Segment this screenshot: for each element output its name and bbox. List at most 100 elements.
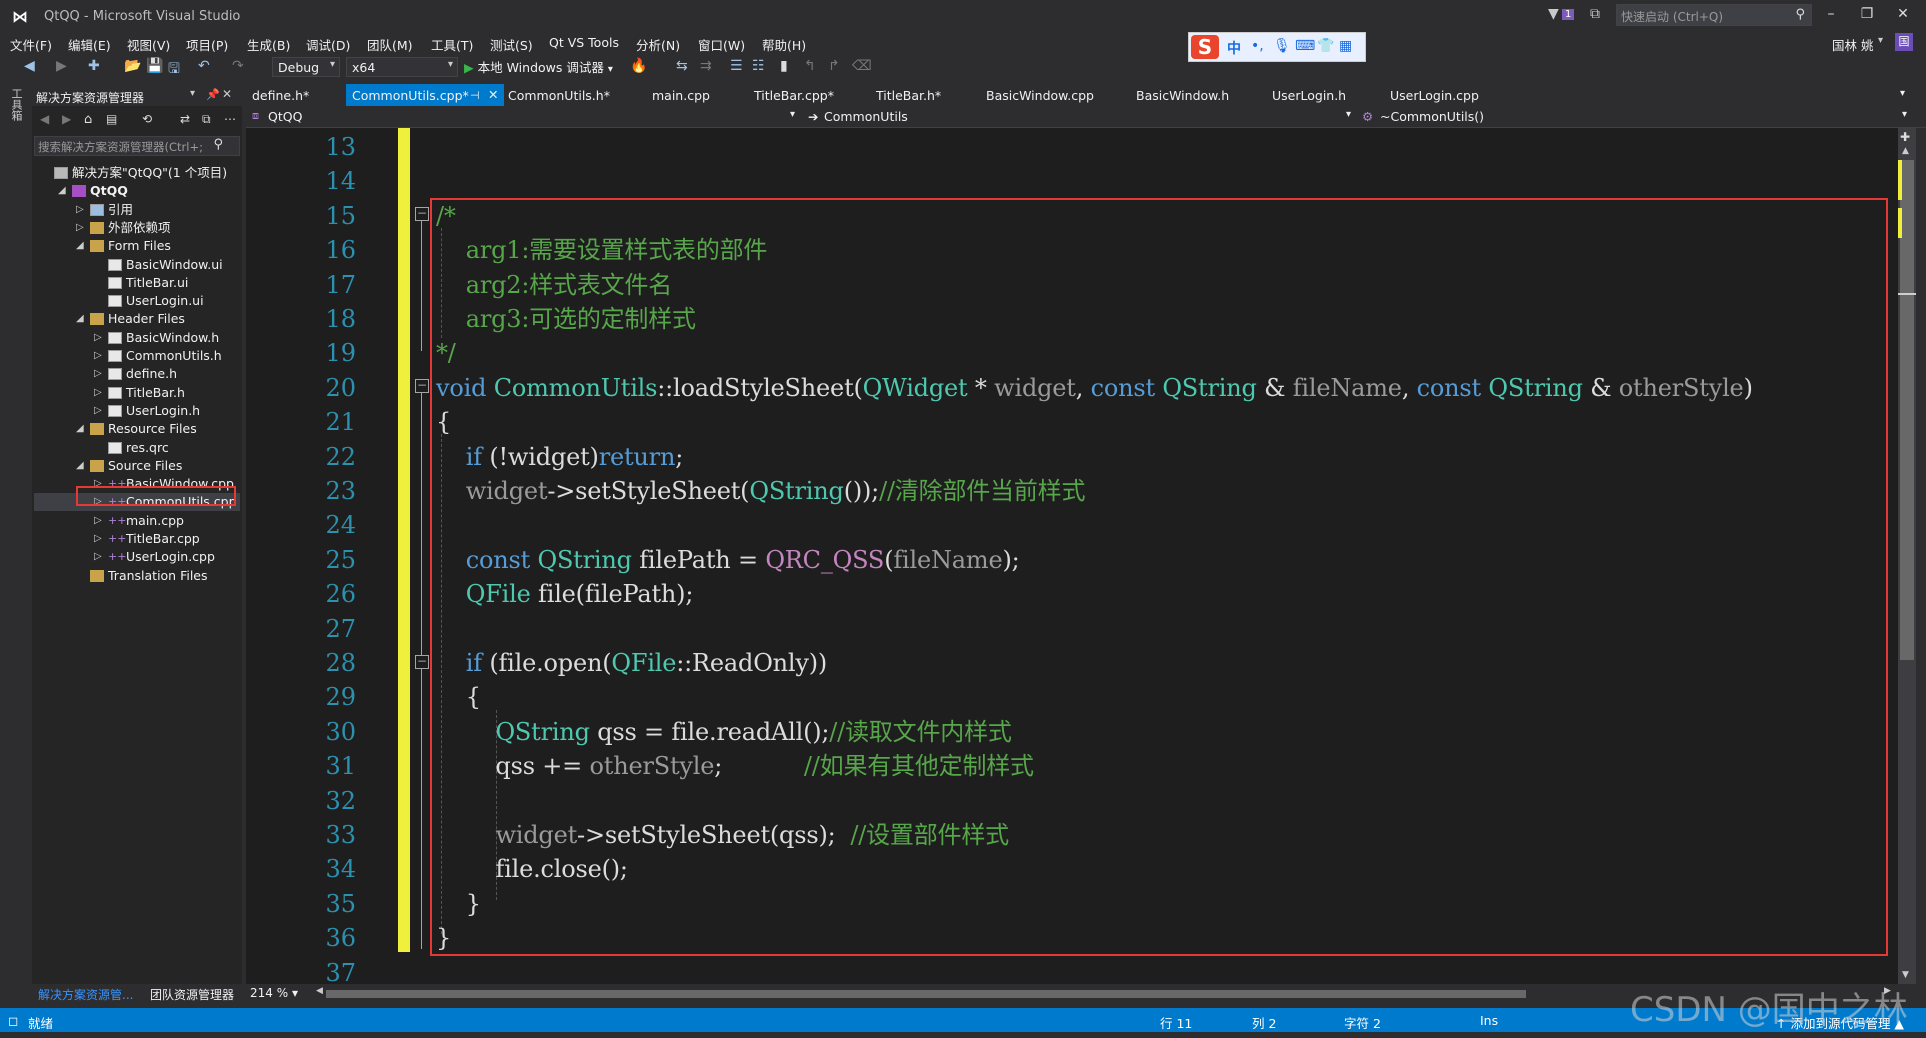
tree-item[interactable]: ▷ ++ main.cpp <box>34 512 240 530</box>
forward-icon[interactable]: ▶ <box>62 112 71 126</box>
sync-icon[interactable]: ⇄ <box>180 112 190 126</box>
solution-search-input[interactable]: 搜索解决方案资源管理器(Ctrl+; ⚲ <box>34 136 240 156</box>
punctuation-icon[interactable]: •, <box>1251 38 1264 54</box>
feedback-icon[interactable]: ⧉ <box>1590 6 1600 22</box>
notification-badge[interactable]: 1 <box>1562 9 1575 20</box>
menu-debug[interactable]: 调试(D) <box>306 35 350 54</box>
expand-toggle-icon[interactable]: ▷ <box>76 219 88 237</box>
expand-toggle-icon[interactable]: ◢ <box>76 457 88 475</box>
ime-lang-indicator[interactable]: 中 <box>1227 38 1241 58</box>
toolbox-grid-icon[interactable]: ▦ <box>1339 38 1352 54</box>
expand-toggle-icon[interactable]: ▷ <box>94 402 106 420</box>
tree-item[interactable]: ▷ UserLogin.h <box>34 402 240 420</box>
menu-qt-vs-tools[interactable]: Qt VS Tools <box>549 35 619 50</box>
fold-toggle-comment[interactable]: − <box>415 207 429 221</box>
tree-item[interactable]: ▷ BasicWindow.h <box>34 329 240 347</box>
save-icon[interactable]: 💾 <box>146 58 163 74</box>
vertical-scroll-thumb[interactable] <box>1900 160 1914 660</box>
back-icon[interactable]: ◀ <box>24 58 35 74</box>
chevron-down-icon[interactable]: ▾ <box>1902 109 1907 120</box>
tree-item[interactable]: ◢ QtQQ <box>34 182 240 200</box>
uncomment-icon[interactable]: ☷ <box>752 58 765 74</box>
tab-titlebar-cpp[interactable]: TitleBar.cpp* <box>754 88 834 103</box>
tree-item[interactable]: Translation Files <box>34 567 240 585</box>
back-icon[interactable]: ◀ <box>40 112 49 126</box>
menu-window[interactable]: 窗口(W) <box>698 35 745 54</box>
tree-item[interactable]: 解决方案"QtQQ"(1 个项目) <box>34 164 240 182</box>
step-icon[interactable]: ⇆ <box>676 58 688 74</box>
browse-icon[interactable]: 🔥 <box>630 58 647 74</box>
chevron-down-icon[interactable]: ▾ <box>790 109 795 120</box>
tab-basicwindow-h[interactable]: BasicWindow.h <box>1136 88 1229 103</box>
next-bookmark-icon[interactable]: ↱ <box>828 58 840 74</box>
tab-list-dropdown-icon[interactable]: ▾ <box>1900 88 1905 99</box>
undo-icon[interactable]: ↶ <box>198 58 210 74</box>
expand-toggle-icon[interactable]: ◢ <box>76 420 88 438</box>
tab-commonutils-cpp[interactable]: CommonUtils.cpp* <box>352 88 469 103</box>
quick-launch-input[interactable]: 快速启动 (Ctrl+Q) ⚲ <box>1616 4 1812 26</box>
restore-button[interactable]: ❐ <box>1852 6 1882 22</box>
tree-item[interactable]: ▷ ++ UserLogin.cpp <box>34 548 240 566</box>
menu-analyze[interactable]: 分析(N) <box>636 35 680 54</box>
nav-scope-select[interactable]: CommonUtils <box>824 109 908 124</box>
tab-basicwindow-cpp[interactable]: BasicWindow.cpp <box>986 88 1094 103</box>
start-debugging-button[interactable]: ▶ 本地 Windows 调试器 ▾ <box>464 57 613 76</box>
scroll-left-icon[interactable]: ◀ <box>316 986 323 996</box>
tab-solution-explorer[interactable]: 解决方案资源管... <box>38 986 133 1003</box>
collapse-all-icon[interactable]: ⧉ <box>202 112 211 127</box>
tree-item[interactable]: ▷ CommonUtils.h <box>34 347 240 365</box>
tree-item[interactable]: ▷ define.h <box>34 365 240 383</box>
expand-toggle-icon[interactable]: ▷ <box>94 329 106 347</box>
menu-help[interactable]: 帮助(H) <box>762 35 806 54</box>
scroll-down-icon[interactable]: ▼ <box>1902 970 1909 980</box>
expand-toggle-icon[interactable]: ▷ <box>94 384 106 402</box>
keyboard-icon[interactable]: ⌨ <box>1295 38 1315 54</box>
menu-view[interactable]: 视图(V) <box>127 35 170 54</box>
expand-toggle-icon[interactable]: ▷ <box>76 201 88 219</box>
filter-icon[interactable]: ▼ <box>1548 6 1559 22</box>
comment-icon[interactable]: ☰ <box>730 58 743 74</box>
expand-toggle-icon[interactable]: ▷ <box>94 548 106 566</box>
expand-toggle-icon[interactable]: ▷ <box>94 347 106 365</box>
menu-team[interactable]: 团队(M) <box>367 35 413 54</box>
forward-icon[interactable]: ▶ <box>56 58 67 74</box>
tree-item[interactable]: ◢ Source Files <box>34 457 240 475</box>
menu-edit[interactable]: 编辑(E) <box>68 35 111 54</box>
tree-item[interactable]: BasicWindow.ui <box>34 256 240 274</box>
user-dropdown-icon[interactable]: ▾ <box>1878 35 1883 46</box>
tree-item[interactable]: ◢ Form Files <box>34 237 240 255</box>
toolbox-tab[interactable]: 工具箱 <box>8 88 24 121</box>
zoom-select[interactable]: 214 % ▾ <box>250 986 298 1000</box>
skin-icon[interactable]: 👕 <box>1317 38 1334 54</box>
tree-item[interactable]: ▷ TitleBar.h <box>34 384 240 402</box>
minimize-button[interactable]: – <box>1816 6 1846 22</box>
expand-toggle-icon[interactable]: ▷ <box>94 365 106 383</box>
tab-commonutils-h[interactable]: CommonUtils.h* <box>508 88 610 103</box>
menu-test[interactable]: 测试(S) <box>490 35 533 54</box>
split-icon[interactable]: ✚ <box>1900 130 1910 144</box>
expand-toggle-icon[interactable]: ◢ <box>58 182 70 200</box>
tree-item[interactable]: ◢ Resource Files <box>34 420 240 438</box>
user-name[interactable]: 国林 姚 <box>1832 35 1873 54</box>
step-over-icon[interactable]: ⇉ <box>700 58 712 74</box>
tree-item[interactable]: TitleBar.ui <box>34 274 240 292</box>
open-icon[interactable]: 📂 <box>124 58 141 74</box>
menu-file[interactable]: 文件(F) <box>10 35 52 54</box>
properties-icon[interactable]: ⋯ <box>224 112 236 126</box>
expand-toggle-icon[interactable]: ◢ <box>76 310 88 328</box>
expand-toggle-icon[interactable]: ▷ <box>94 512 106 530</box>
save-all-icon[interactable]: 🖫 <box>168 58 180 82</box>
tab-main-cpp[interactable]: main.cpp <box>652 88 710 103</box>
pin-icon[interactable]: 📌 <box>206 88 220 101</box>
avatar[interactable]: 国 <box>1895 33 1913 51</box>
close-icon[interactable]: ✕ <box>222 87 232 101</box>
menu-build[interactable]: 生成(B) <box>247 35 290 54</box>
tab-define-h[interactable]: define.h* <box>252 88 309 103</box>
expand-toggle-icon[interactable]: ▷ <box>94 530 106 548</box>
fold-toggle-function[interactable]: − <box>415 379 429 393</box>
tree-item[interactable]: ◢ Header Files <box>34 310 240 328</box>
tree-item[interactable]: UserLogin.ui <box>34 292 240 310</box>
output-icon[interactable]: ◻ <box>8 1013 18 1028</box>
configuration-select[interactable]: Debug ▾ <box>272 57 340 77</box>
expand-toggle-icon[interactable]: ◢ <box>76 237 88 255</box>
